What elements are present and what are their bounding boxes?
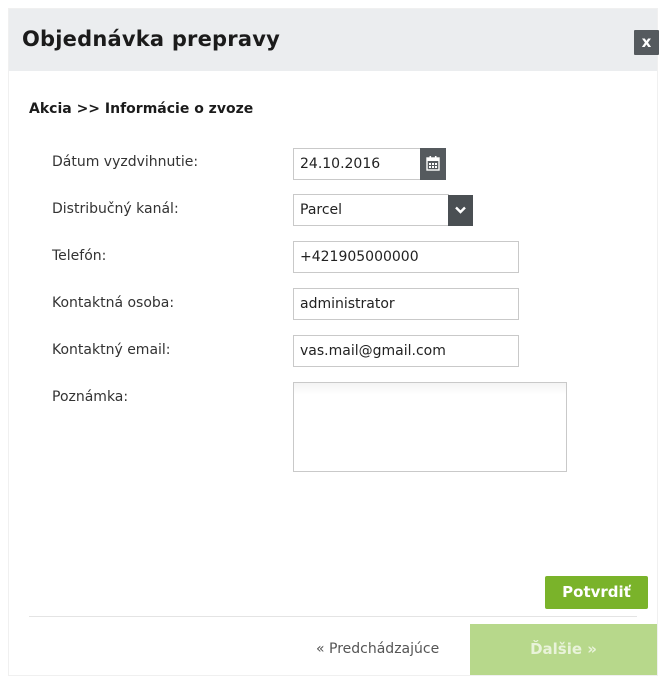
note-label: Poznámka: — [52, 389, 129, 405]
channel-selected-value: Parcel — [300, 202, 343, 218]
previous-link[interactable]: « Predchádzajúce — [316, 641, 439, 657]
calendar-icon — [426, 156, 440, 171]
footer-divider — [29, 616, 637, 617]
calendar-button[interactable] — [420, 148, 446, 180]
dialog-header: Objednávka prepravy x — [9, 9, 659, 71]
close-icon: x — [641, 33, 652, 51]
chevron-down-icon — [455, 206, 466, 214]
dialog-title: Objednávka prepravy — [22, 27, 280, 51]
contact-email-input[interactable] — [293, 335, 519, 367]
channel-label: Distribučný kanál: — [52, 201, 179, 217]
phone-input[interactable] — [293, 241, 519, 273]
contact-person-label: Kontaktná osoba: — [52, 295, 175, 311]
channel-dropdown-toggle[interactable] — [448, 195, 473, 226]
close-button[interactable]: x — [634, 30, 659, 55]
contact-person-input[interactable] — [293, 288, 519, 320]
confirm-button[interactable]: Potvrdiť — [545, 576, 648, 609]
note-textarea[interactable] — [293, 382, 567, 472]
contact-email-label: Kontaktný email: — [52, 342, 171, 358]
breadcrumb: Akcia >> Informácie o zvoze — [29, 101, 254, 117]
pickup-date-label: Dátum vyzdvihnutie: — [52, 154, 199, 170]
next-button[interactable]: Ďalšie » — [470, 624, 657, 675]
channel-select[interactable]: Parcel — [293, 194, 449, 226]
order-transport-dialog: Objednávka prepravy x Akcia >> Informáci… — [8, 8, 659, 676]
pickup-date-input[interactable] — [293, 148, 421, 180]
phone-label: Telefón: — [52, 248, 107, 264]
